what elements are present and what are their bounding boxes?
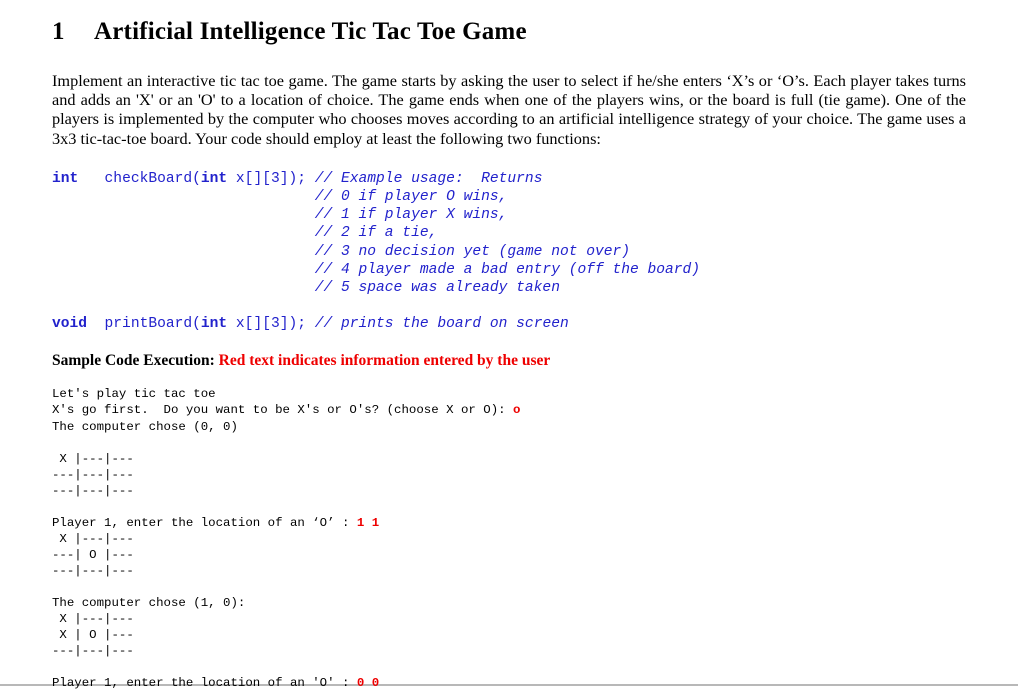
code-comment-line: // 4 player made a bad entry (off the bo… [52, 261, 701, 278]
code-comment-line: // 3 no decision yet (game not over) [52, 243, 631, 260]
terminal-line: X | O |--- [52, 628, 134, 643]
page-title: 1 Artificial Intelligence Tic Tac Toe Gam… [52, 0, 966, 46]
code-keyword-void: void [52, 316, 88, 333]
section-title: Artificial Intelligence Tic Tac Toe Game [94, 18, 527, 45]
sample-execution-label: Sample Code Execution: [52, 352, 219, 370]
code-param-rest: x[][3]); [227, 170, 315, 187]
terminal-prompt-text: Player 1, enter the location of an ‘O’ : [52, 515, 357, 530]
code-param-keyword-int: int [200, 170, 228, 187]
terminal-prompt-line: Player 1, enter the location of an 'O' :… [52, 675, 966, 691]
code-signature-print-board: printBoard( [87, 316, 201, 333]
document-page: 1 Artificial Intelligence Tic Tac Toe Gam… [0, 0, 1018, 690]
terminal-prompt-line: Player 1, enter the location of an ‘O’ :… [52, 515, 966, 531]
terminal-user-input: 1 1 [356, 515, 380, 530]
terminal-prompt-line: X's go first. Do you want to be X's or O… [52, 402, 966, 418]
terminal-line: X |---|--- [52, 612, 134, 627]
terminal-line: ---|---|--- [52, 563, 134, 578]
code-comment-head: // Example usage: Returns [314, 170, 543, 187]
terminal-output: Let's play tic tac toe X's go first. Do y… [52, 370, 966, 691]
sample-execution-note: Red text indicates information entered b… [218, 352, 551, 370]
assignment-description-paragraph: Implement an interactive tic tac toe gam… [52, 71, 966, 148]
terminal-line: Let's play tic tac toe [52, 387, 216, 402]
terminal-line: ---|---|--- [52, 467, 134, 482]
terminal-line: ---|---|--- [52, 483, 134, 498]
code-param-rest: x[][3]); [227, 316, 315, 333]
terminal-line: The computer chose (1, 0): [52, 596, 246, 611]
code-keyword-int: int [52, 170, 79, 187]
terminal-prompt-text: Player 1, enter the location of an 'O' : [52, 676, 357, 691]
code-comment-line: // 5 space was already taken [52, 280, 560, 297]
terminal-line: ---| O |--- [52, 547, 134, 562]
code-comment-line: // 0 if player O wins, [52, 189, 508, 206]
code-signature-check-board: checkBoard( [78, 170, 201, 187]
terminal-user-input: o [513, 403, 521, 418]
code-block-check-board: int checkBoard(int x[][3]); // Example u… [52, 148, 966, 297]
terminal-line: The computer chose (0, 0) [52, 419, 238, 434]
page-content: 1 Artificial Intelligence Tic Tac Toe Gam… [0, 0, 1018, 691]
code-comment-print-board: // prints the board on screen [314, 316, 569, 333]
terminal-prompt-text: X's go first. Do you want to be X's or O… [52, 403, 514, 418]
code-block-print-board: void printBoard(int x[][3]); // prints t… [52, 297, 966, 333]
code-comment-line: // 2 if a tie, [52, 225, 438, 242]
terminal-line: X |---|--- [52, 451, 134, 466]
terminal-line: X |---|--- [52, 531, 134, 546]
code-comment-line: // 1 if player X wins, [52, 207, 508, 224]
terminal-user-input: 0 0 [356, 676, 380, 691]
terminal-line: ---|---|--- [52, 644, 134, 659]
sample-execution-heading: Sample Code Execution: Red text indicate… [52, 333, 966, 370]
code-param-keyword-int: int [200, 316, 228, 333]
section-number: 1 [52, 18, 65, 45]
